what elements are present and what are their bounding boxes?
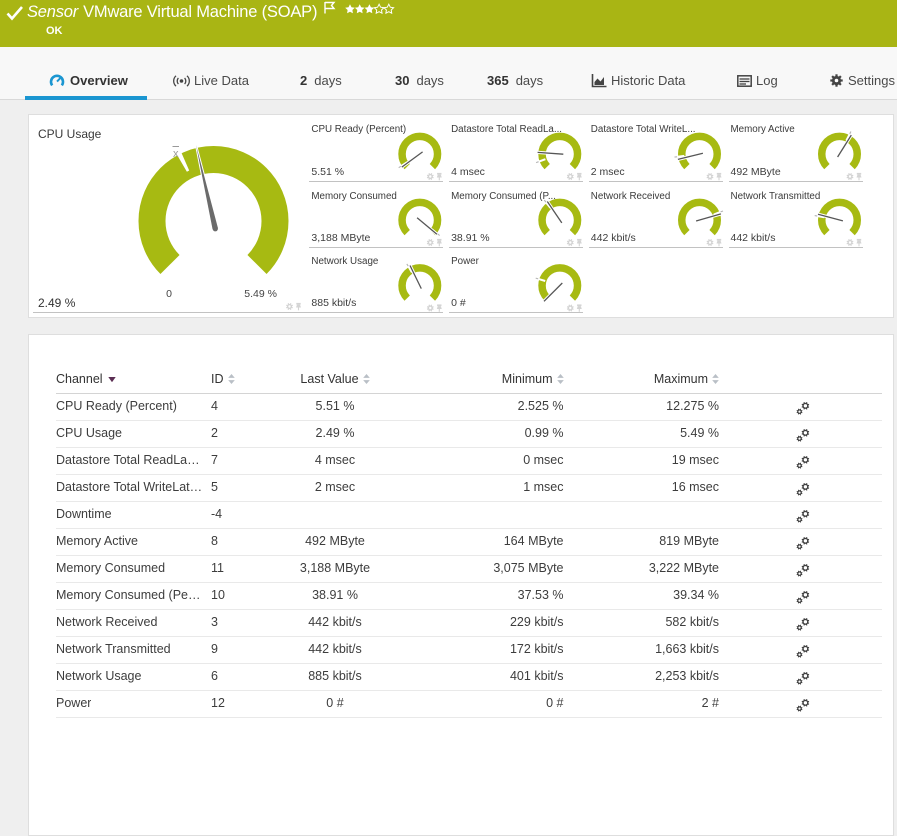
svg-text:x: x — [173, 148, 179, 160]
